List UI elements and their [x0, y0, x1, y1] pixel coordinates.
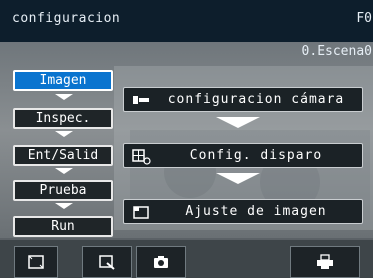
image-adjust-button[interactable]: Ajuste de imagen: [123, 199, 363, 224]
fit-screen-icon: [28, 255, 44, 269]
sidebar-item-label: Prueba: [39, 183, 87, 198]
camera-settings-button[interactable]: configuracion cámara: [123, 87, 363, 112]
function-code-text: F0: [356, 11, 372, 26]
camera-settings-label: configuracion cámara: [167, 92, 345, 107]
trigger-settings-button[interactable]: Config. disparo: [123, 143, 363, 168]
camera-capture-icon: [154, 256, 168, 268]
fit-screen-button[interactable]: [14, 246, 58, 278]
bottom-toolbar: [0, 240, 373, 278]
sidebar-item-label: Ent/Salid: [27, 148, 99, 163]
print-button[interactable]: [290, 246, 360, 278]
camera-settings-icon: [132, 93, 152, 107]
flow-arrow-icon: [216, 117, 260, 128]
trigger-settings-label: Config. disparo: [189, 148, 323, 163]
zoom-button[interactable]: [82, 246, 132, 278]
capture-button[interactable]: [136, 246, 186, 278]
sidebar-arrow-icon: [55, 168, 73, 174]
scene-label[interactable]: 0.Escena0: [302, 44, 372, 59]
sidebar-item-label: Imagen: [39, 73, 87, 88]
sidebar-arrow-icon: [55, 203, 73, 209]
image-adjust-icon: [132, 205, 152, 219]
image-adjust-label: Ajuste de imagen: [185, 204, 327, 219]
sidebar-item-label: Run: [51, 219, 75, 234]
sidebar-arrow-icon: [55, 131, 73, 137]
sidebar-item-inspec[interactable]: Inspec.: [13, 108, 113, 129]
sidebar-item-imagen[interactable]: Imagen: [13, 70, 113, 91]
flow-arrow-icon: [216, 173, 260, 184]
device-screen: configuracion F0 configuracion F0 0.Esce…: [0, 0, 373, 278]
sidebar-item-run[interactable]: Run: [13, 216, 113, 237]
sidebar-arrow-icon: [55, 94, 73, 100]
print-icon: [317, 254, 333, 269]
sidebar-item-ent-salid[interactable]: Ent/Salid: [13, 145, 113, 166]
page-title-text: configuracion: [12, 11, 121, 26]
sidebar-item-label: Inspec.: [35, 111, 91, 126]
sidebar-item-prueba[interactable]: Prueba: [13, 180, 113, 201]
trigger-icon: [132, 149, 152, 165]
zoom-icon: [99, 255, 115, 270]
